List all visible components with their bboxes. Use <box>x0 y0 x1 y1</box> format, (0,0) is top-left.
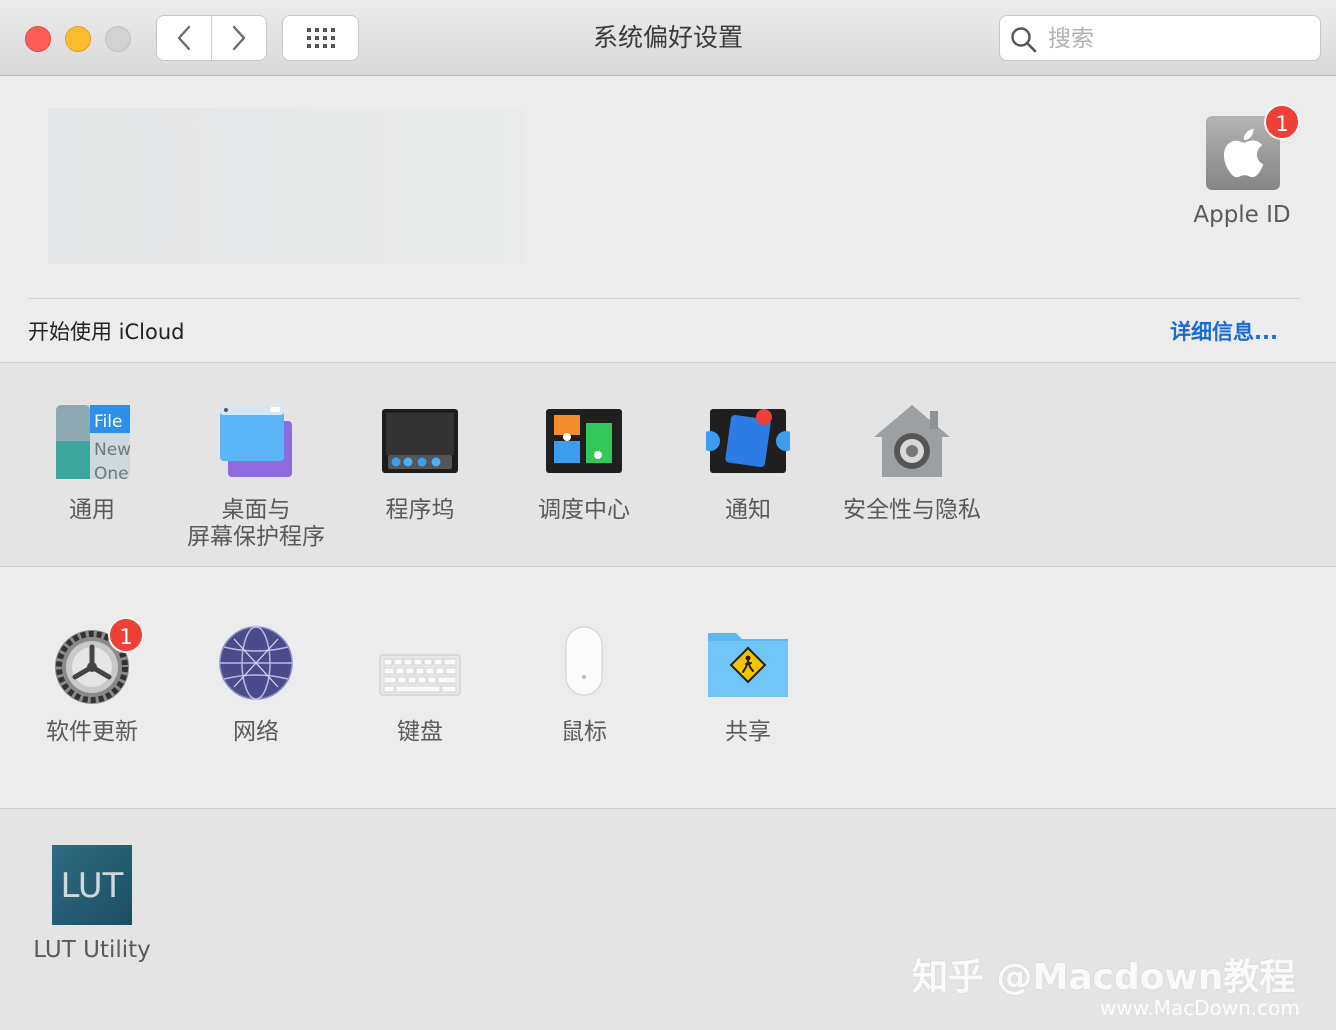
pref-label: 网络 <box>233 719 279 745</box>
security-privacy-icon <box>870 403 954 487</box>
pref-label: 通知 <box>725 497 771 523</box>
icloud-prompt: 开始使用 iCloud <box>28 320 185 344</box>
window-title: 系统偏好设置 <box>592 23 743 52</box>
notifications-icon <box>700 403 796 487</box>
pref-notifications[interactable]: 通知 <box>666 403 830 524</box>
pref-label: 调度中心 <box>538 497 630 523</box>
pref-mouse[interactable]: 鼠标 <box>502 625 666 746</box>
pref-network[interactable]: 网络 <box>174 625 338 746</box>
pref-software-update[interactable]: 1 软件更新 <box>10 617 174 746</box>
mouse-icon <box>542 625 626 709</box>
chevron-left-icon <box>177 25 191 51</box>
network-icon <box>214 625 298 709</box>
pref-label: 程序坞 <box>385 497 455 523</box>
pref-label: 键盘 <box>397 719 443 745</box>
watermark: 知乎 @Macdown教程 <box>912 957 1296 998</box>
close-window-button[interactable] <box>25 26 51 52</box>
apple-id-pref[interactable]: 1 Apple ID <box>1182 104 1302 240</box>
search-icon <box>1011 27 1037 53</box>
details-link[interactable]: 详细信息... <box>1170 316 1278 346</box>
general-icon: File New One <box>50 403 134 487</box>
prefs-section-personal: File New One 通用 桌面与 屏幕保护程序 程序坞 调度中心 通知 安… <box>0 362 1336 567</box>
general-icon-new-text: New <box>94 440 131 460</box>
sharing-icon <box>706 625 790 709</box>
icloud-row: 开始使用 iCloud 详细信息... <box>0 300 1336 362</box>
title-bar: 系统偏好设置 <box>0 0 1336 76</box>
divider <box>28 298 1300 299</box>
back-button[interactable] <box>157 16 211 60</box>
pref-desktop-screensaver[interactable]: 桌面与 屏幕保护程序 <box>174 403 338 551</box>
watermark-url: www.MacDown.com <box>1100 996 1300 1020</box>
pref-label: 通用 <box>69 497 115 523</box>
prefs-section-hardware: 1 软件更新 网络 键盘 鼠标 共享 <box>0 567 1336 809</box>
pref-label: LUT Utility <box>33 937 151 963</box>
forward-button[interactable] <box>211 16 266 60</box>
zoom-window-button[interactable] <box>105 26 131 52</box>
pref-general[interactable]: File New One 通用 <box>10 403 174 524</box>
software-update-icon: 1 <box>50 617 144 709</box>
pref-label: 共享 <box>725 719 771 745</box>
pref-label: 桌面与 屏幕保护程序 <box>187 497 325 550</box>
pref-dock[interactable]: 程序坞 <box>338 403 502 524</box>
mission-control-icon <box>542 403 626 487</box>
show-all-button[interactable] <box>282 15 359 61</box>
pref-label: 鼠标 <box>561 719 607 745</box>
keyboard-icon <box>378 625 462 709</box>
pref-lut-utility[interactable]: LUT LUT Utility <box>10 843 174 964</box>
lut-icon-text: LUT <box>61 866 124 906</box>
general-icon-open-text: One <box>94 464 129 484</box>
notification-badge: 1 <box>1264 104 1300 140</box>
pref-mission-control[interactable]: 调度中心 <box>502 403 666 524</box>
notification-badge: 1 <box>108 617 144 653</box>
search-input[interactable] <box>1046 22 1310 56</box>
lut-utility-icon: LUT <box>50 843 134 927</box>
dock-icon <box>378 403 462 487</box>
minimize-window-button[interactable] <box>65 26 91 52</box>
account-banner-placeholder <box>48 108 526 264</box>
general-icon-file-text: File <box>94 412 122 432</box>
search-field[interactable] <box>999 15 1321 61</box>
pref-keyboard[interactable]: 键盘 <box>338 625 502 746</box>
apple-id-label: Apple ID <box>1193 202 1291 228</box>
pref-label: 安全性与隐私 <box>843 497 981 523</box>
chevron-right-icon <box>232 25 246 51</box>
desktop-screensaver-icon <box>214 403 298 487</box>
grid-icon <box>306 28 335 48</box>
pref-sharing[interactable]: 共享 <box>666 625 830 746</box>
navigation-buttons <box>156 15 267 61</box>
pref-label: 软件更新 <box>46 719 138 745</box>
pref-security-privacy[interactable]: 安全性与隐私 <box>830 403 994 524</box>
